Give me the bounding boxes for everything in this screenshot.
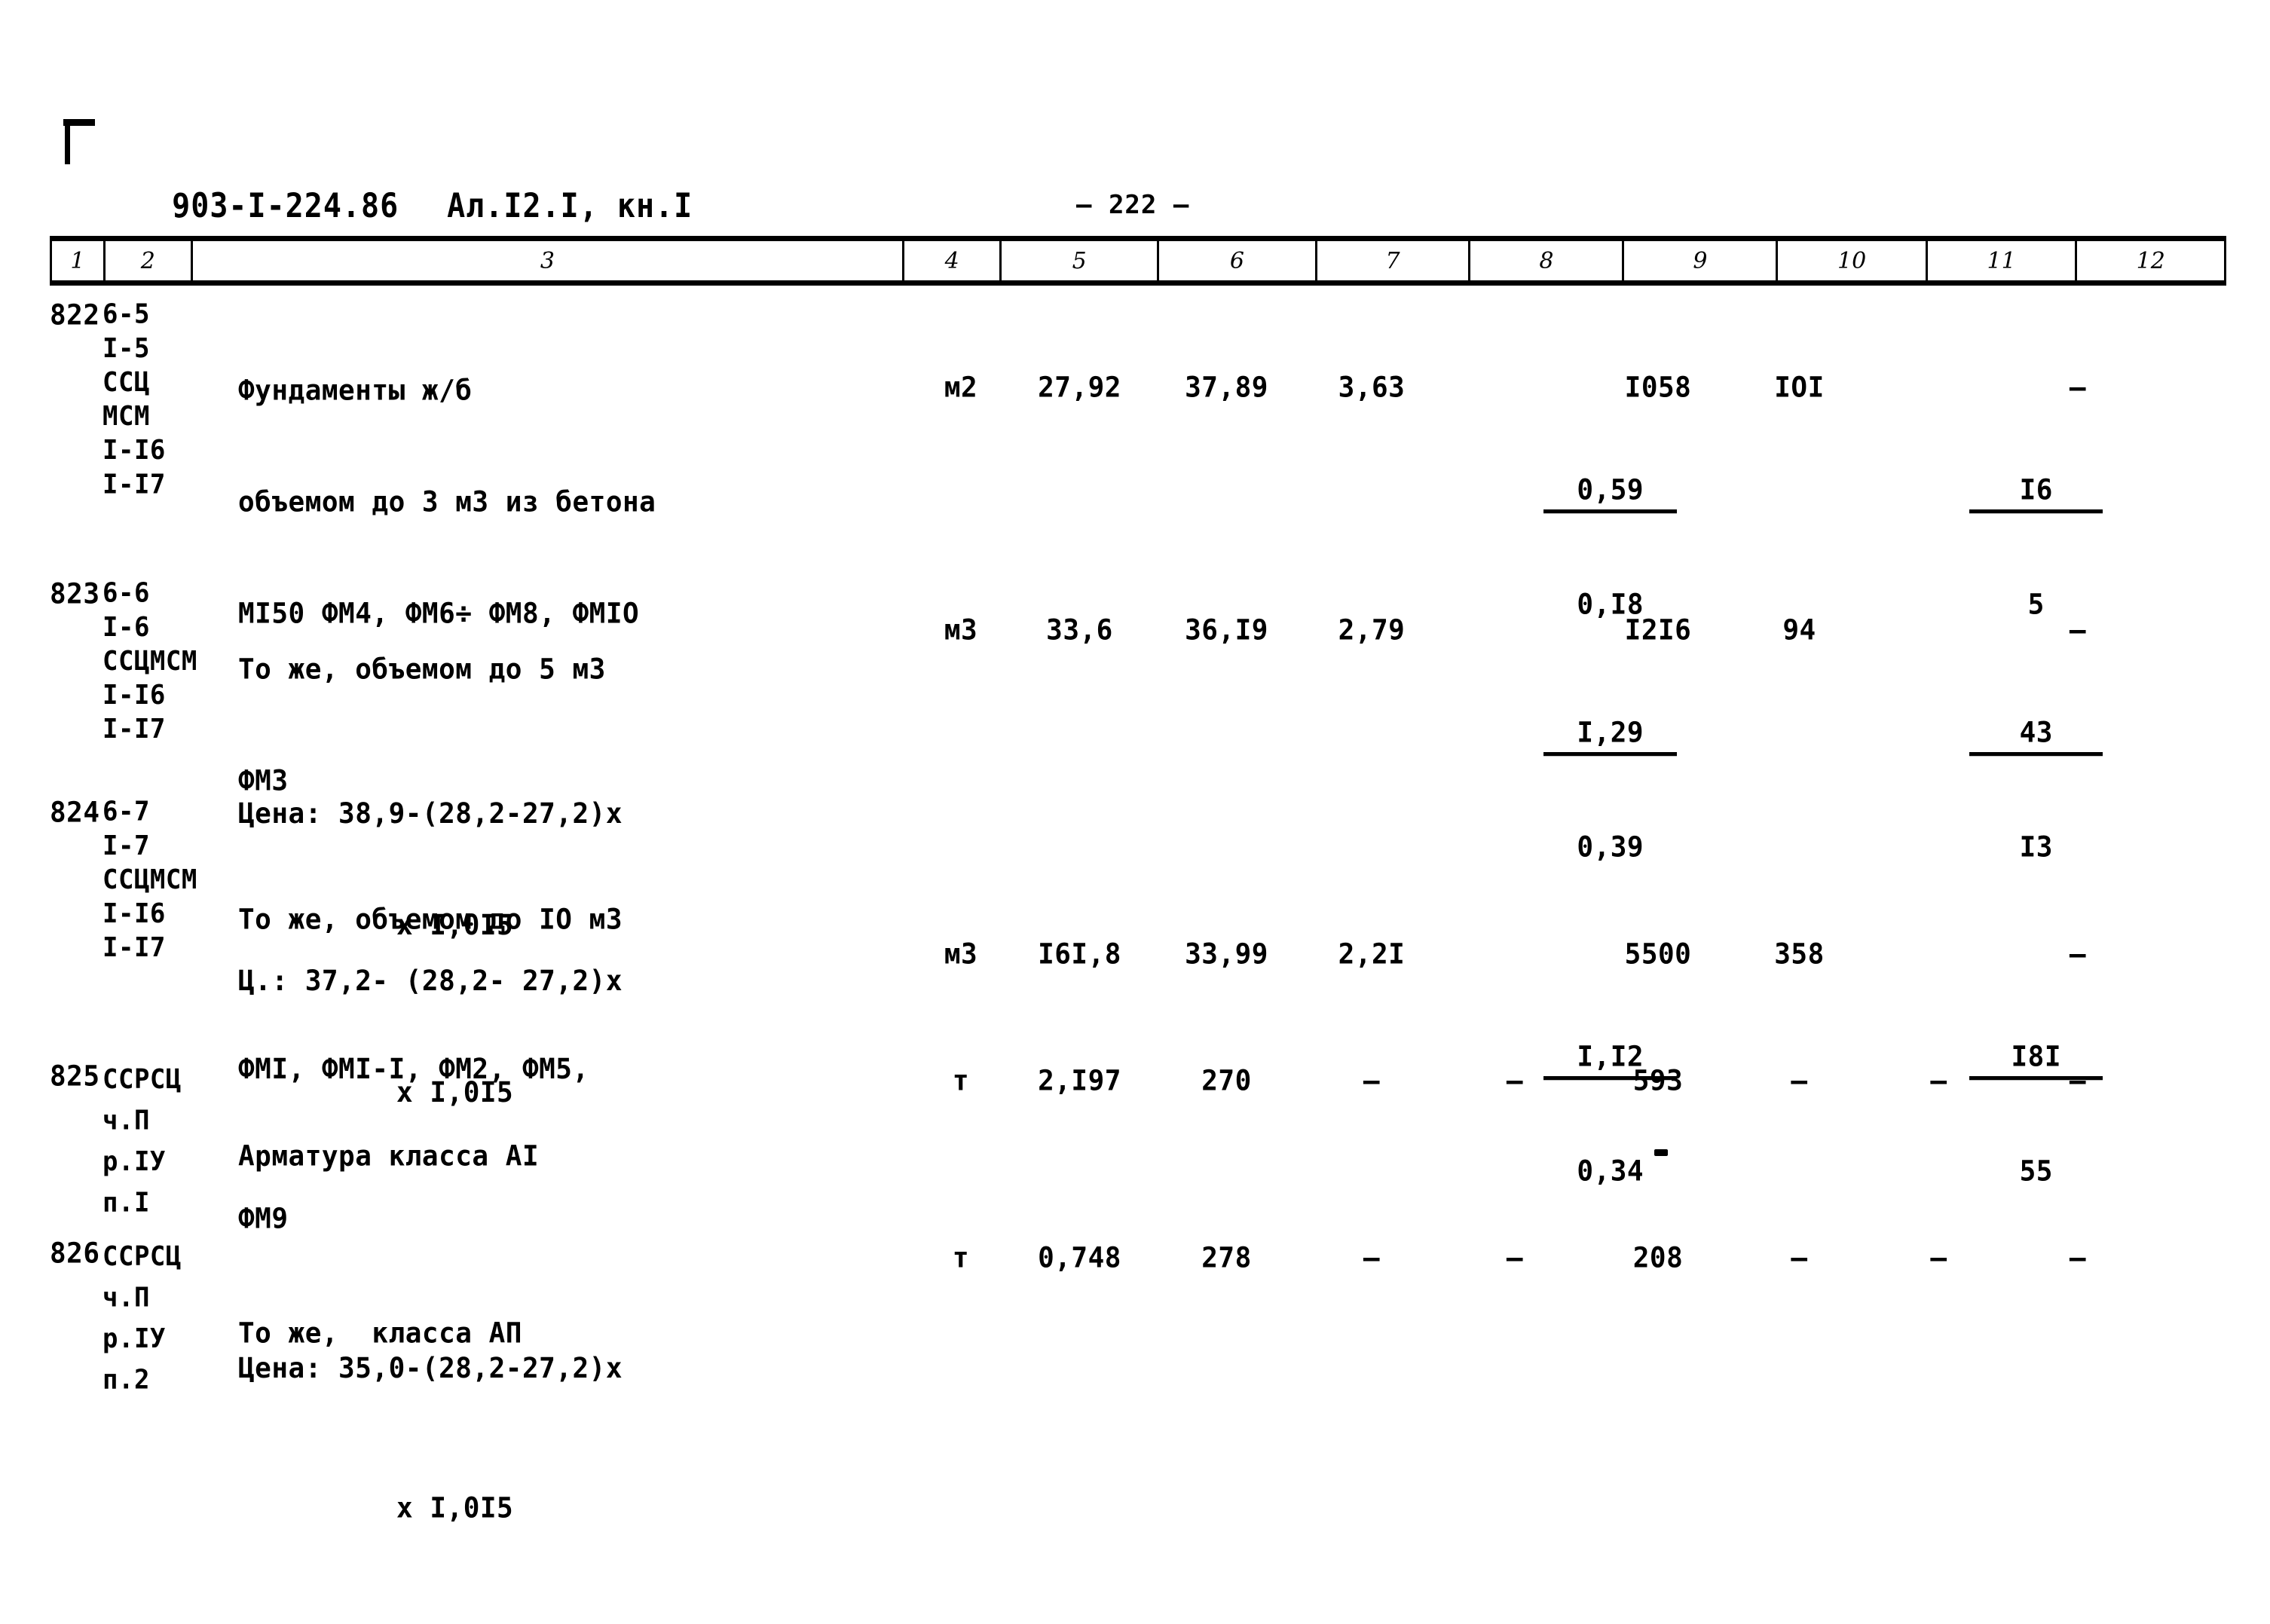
row-description: То же, класса АП xyxy=(238,1240,522,1427)
row-number: 826 xyxy=(50,1237,100,1271)
cell-unit: м3 xyxy=(944,614,978,647)
cell-col-5: 2,I97 xyxy=(1038,1065,1121,1098)
scan-artifact-dot xyxy=(1654,1149,1668,1156)
cell-col-10: 358 xyxy=(1774,938,1825,971)
table-row: 825 ССРСЦ ч.П р.IУ п.I Арматура класса А… xyxy=(50,1059,2226,1236)
cell-unit: м3 xyxy=(944,938,978,971)
description-line-1: То же, объемом до IО м3 xyxy=(238,903,623,936)
cell-col-9: I2I6 xyxy=(1624,614,1692,647)
cell-col-6: 33,99 xyxy=(1185,938,1268,971)
cell-col-12: – xyxy=(2069,614,2087,647)
cell-col-5: I6I,8 xyxy=(1038,938,1121,971)
column-header-7: 7 xyxy=(1314,236,1471,286)
description-line-1: То же, класса АП xyxy=(238,1317,522,1350)
cell-col-12: – xyxy=(2069,1242,2087,1275)
description-line-2: объемом до 3 м3 из бетона xyxy=(238,485,656,518)
cell-col-7: 2,79 xyxy=(1338,614,1406,647)
cell-col-5: 33,6 xyxy=(1046,614,1113,647)
row-code-refs: 6-7 I-7 ССЦМСМ I-I6 I-I7 xyxy=(102,796,197,964)
cell-col-11: – xyxy=(1930,1065,1947,1098)
column-header-12: 12 xyxy=(2075,236,2226,286)
row-code-refs: ССРСЦ ч.П р.IУ п.2 xyxy=(102,1240,182,1396)
cell-unit: м2 xyxy=(944,372,978,405)
cell-col-10: IOI xyxy=(1774,372,1825,405)
row-number: 822 xyxy=(50,299,100,332)
cell-col-8: – xyxy=(1506,1065,1524,1098)
table-row: 823 6-6 I-6 ССЦМСМ I-I6 I-I7 То же, объе… xyxy=(50,577,2226,1109)
cell-col-6: 270 xyxy=(1201,1065,1252,1098)
cell-col-7: 2,2I xyxy=(1338,938,1406,971)
description-line-2: ФМЗ xyxy=(238,764,289,797)
cell-col-10: – xyxy=(1791,1242,1808,1275)
cell-unit: т xyxy=(952,1065,970,1098)
crop-registration-mark xyxy=(63,119,95,166)
table-row: 824 6-7 I-7 ССЦМСМ I-I6 I-I7 То же, объе… xyxy=(50,795,2226,1525)
fraction-numerator: I,29 xyxy=(1543,716,1678,757)
cell-col-6: 278 xyxy=(1201,1242,1252,1275)
fraction-numerator: I6 xyxy=(1969,473,2103,514)
row-number: 825 xyxy=(50,1060,100,1093)
table-body: 822 6-5 I-5 ССЦ МСМ I-I6 I-I7 Фундаменты… xyxy=(50,298,2226,1525)
table-row: 822 6-5 I-5 ССЦ МСМ I-I6 I-I7 Фундаменты… xyxy=(50,298,2226,942)
description-price-line-2: х I,0I5 xyxy=(396,1492,514,1525)
fraction-numerator: 0,59 xyxy=(1543,473,1678,514)
cell-col-7: – xyxy=(1363,1242,1381,1275)
cell-col-6: 37,89 xyxy=(1185,372,1268,405)
crop-mark-vertical xyxy=(65,121,70,164)
column-header-5: 5 xyxy=(999,236,1160,286)
row-code-refs: 6-5 I-5 ССЦ МСМ I-I6 I-I7 xyxy=(102,298,166,500)
cell-col-12: – xyxy=(2069,1065,2087,1098)
cell-col-12: – xyxy=(2069,938,2087,971)
column-header-1: 1 xyxy=(50,236,106,286)
column-header-10: 10 xyxy=(1776,236,1928,286)
table-column-ruler: 1 2 3 4 5 6 7 8 9 10 11 12 xyxy=(50,236,2226,286)
description-line-1: То же, объемом до 5 м3 xyxy=(238,653,606,686)
cell-col-5: 0,748 xyxy=(1038,1242,1121,1275)
column-header-2: 2 xyxy=(102,236,193,286)
cell-col-6: 36,I9 xyxy=(1185,614,1268,647)
cell-col-8: – xyxy=(1506,1242,1524,1275)
column-header-11: 11 xyxy=(1925,236,2078,286)
page-number: — 222 — xyxy=(1076,190,1190,220)
row-description: Арматура класса АI xyxy=(238,1063,539,1249)
fraction-numerator: 43 xyxy=(1969,716,2103,757)
document-code: 903-I-224.86 xyxy=(172,186,399,226)
description-line-1: Фундаменты ж/б xyxy=(238,374,473,407)
cell-col-7: 3,63 xyxy=(1338,372,1406,405)
row-number: 824 xyxy=(50,797,100,830)
column-header-9: 9 xyxy=(1622,236,1779,286)
cell-col-5: 27,92 xyxy=(1038,372,1121,405)
column-header-8: 8 xyxy=(1468,236,1625,286)
column-header-3: 3 xyxy=(190,236,905,286)
cell-col-7: – xyxy=(1363,1065,1381,1098)
album-reference: Ал.I2.I, кн.I xyxy=(447,186,693,226)
cell-col-9: 5500 xyxy=(1624,938,1692,971)
cell-col-9: I058 xyxy=(1624,372,1692,405)
cell-col-11: – xyxy=(1930,1242,1947,1275)
cell-col-10: – xyxy=(1791,1065,1808,1098)
row-code-refs: 6-6 I-6 ССЦМСМ I-I6 I-I7 xyxy=(102,577,197,745)
cell-unit: т xyxy=(952,1242,970,1275)
document-header: 903-I-224.86 Ал.I2.I, кн.I xyxy=(134,148,693,226)
description-line-1: Арматура класса АI xyxy=(238,1139,540,1173)
cell-col-10: 94 xyxy=(1782,614,1816,647)
column-header-row: 1 2 3 4 5 6 7 8 9 10 11 12 xyxy=(50,236,2226,286)
column-header-4: 4 xyxy=(902,236,1002,286)
table-row: 826 ССРСЦ ч.П р.IУ п.2 То же, класса АП … xyxy=(50,1236,2226,1409)
column-header-6: 6 xyxy=(1157,236,1317,286)
cell-col-9: 593 xyxy=(1632,1065,1684,1098)
row-number: 823 xyxy=(50,578,100,611)
column-header-table: 1 2 3 4 5 6 7 8 9 10 11 12 xyxy=(50,236,2226,286)
row-code-refs: ССРСЦ ч.П р.IУ п.I xyxy=(102,1063,182,1219)
cell-col-12: – xyxy=(2069,372,2087,405)
cell-col-9: 208 xyxy=(1632,1242,1684,1275)
